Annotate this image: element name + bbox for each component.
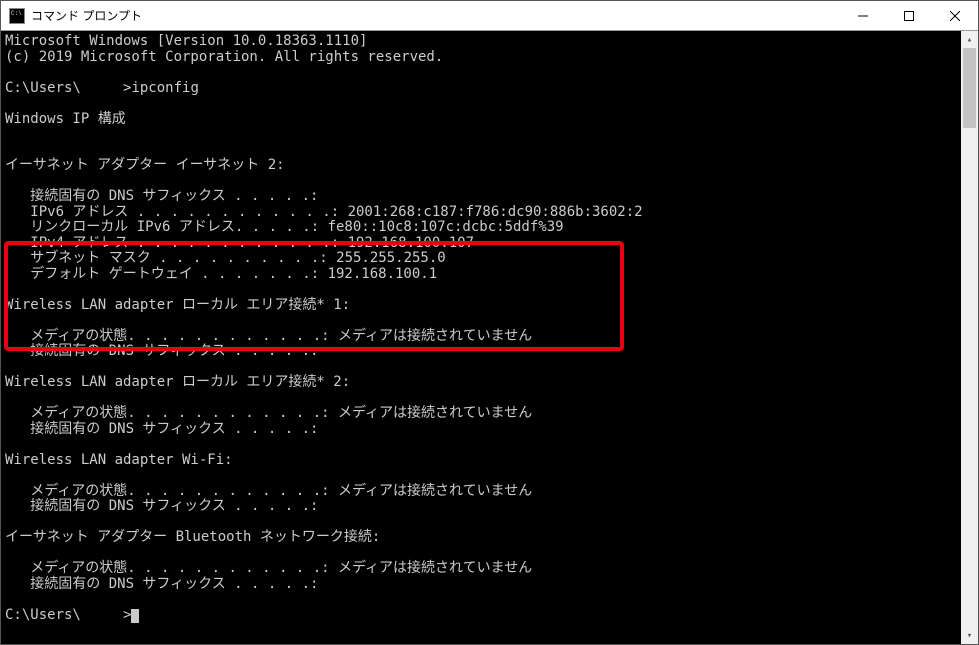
wifi-media: メディアの状態. . . . . . . . . . . .: メディアは接続さ… xyxy=(5,483,532,499)
terminal-output: Microsoft Windows [Version 10.0.18363.11… xyxy=(1,31,978,623)
close-icon xyxy=(950,11,960,21)
eth-subnet: サブネット マスク . . . . . . . . . .: 255.255.2… xyxy=(5,250,446,266)
version-line: Microsoft Windows [Version 10.0.18363.11… xyxy=(5,33,367,49)
wlan1-media: メディアの状態. . . . . . . . . . . .: メディアは接続さ… xyxy=(5,328,532,344)
eth-dns-suffix: 接続固有の DNS サフィックス . . . . .: xyxy=(5,188,318,204)
wlan2-media: メディアの状態. . . . . . . . . . . .: メディアは接続さ… xyxy=(5,405,532,421)
wlan2-header: Wireless LAN adapter ローカル エリア接続* 2: xyxy=(5,374,350,390)
bt-media: メディアの状態. . . . . . . . . . . .: メディアは接続さ… xyxy=(5,560,532,576)
scroll-up-arrow[interactable]: ▴ xyxy=(961,31,978,48)
minimize-button[interactable] xyxy=(840,1,886,31)
wlan1-header: Wireless LAN adapter ローカル エリア接続* 1: xyxy=(5,297,350,313)
vertical-scrollbar[interactable]: ▴ ▾ xyxy=(961,31,978,644)
eth-ipv4: IPv4 アドレス . . . . . . . . . . . .: 192.1… xyxy=(5,235,474,251)
eth-ipv6: IPv6 アドレス . . . . . . . . . . . .: 2001:… xyxy=(5,204,643,220)
terminal-area[interactable]: Microsoft Windows [Version 10.0.18363.11… xyxy=(1,31,978,644)
wifi-header: Wireless LAN adapter Wi-Fi: xyxy=(5,452,233,468)
prompt-line-2: C:\Users\xxxxx> xyxy=(5,607,139,623)
copyright-line: (c) 2019 Microsoft Corporation. All righ… xyxy=(5,49,443,65)
eth-gateway: デフォルト ゲートウェイ . . . . . . .: 192.168.100.… xyxy=(5,266,437,282)
scroll-down-arrow[interactable]: ▾ xyxy=(961,627,978,644)
ipconfig-title: Windows IP 構成 xyxy=(5,111,126,127)
wlan1-dns: 接続固有の DNS サフィックス . . . . .: xyxy=(5,343,318,359)
wifi-dns: 接続固有の DNS サフィックス . . . . .: xyxy=(5,498,318,514)
prompt-line-1: C:\Users\xxxxx>ipconfig xyxy=(5,80,199,96)
maximize-icon xyxy=(904,11,914,21)
window-title: コマンド プロンプト xyxy=(31,7,840,24)
scroll-thumb[interactable] xyxy=(963,48,976,128)
ethernet-header: イーサネット アダプター イーサネット 2: xyxy=(5,157,285,173)
app-icon xyxy=(9,8,25,24)
close-button[interactable] xyxy=(932,1,978,31)
window-controls xyxy=(840,1,978,30)
bt-header: イーサネット アダプター Bluetooth ネットワーク接続: xyxy=(5,529,380,545)
wlan2-dns: 接続固有の DNS サフィックス . . . . .: xyxy=(5,421,318,437)
eth-linklocal-ipv6: リンクローカル IPv6 アドレス. . . . .: fe80::10c8:1… xyxy=(5,219,564,235)
titlebar[interactable]: コマンド プロンプト xyxy=(1,1,978,31)
cursor xyxy=(131,609,139,623)
command-prompt-window: コマンド プロンプト Microsoft Windows [Version 10… xyxy=(0,0,979,645)
bt-dns: 接続固有の DNS サフィックス . . . . .: xyxy=(5,576,318,592)
minimize-icon xyxy=(858,11,868,21)
maximize-button[interactable] xyxy=(886,1,932,31)
